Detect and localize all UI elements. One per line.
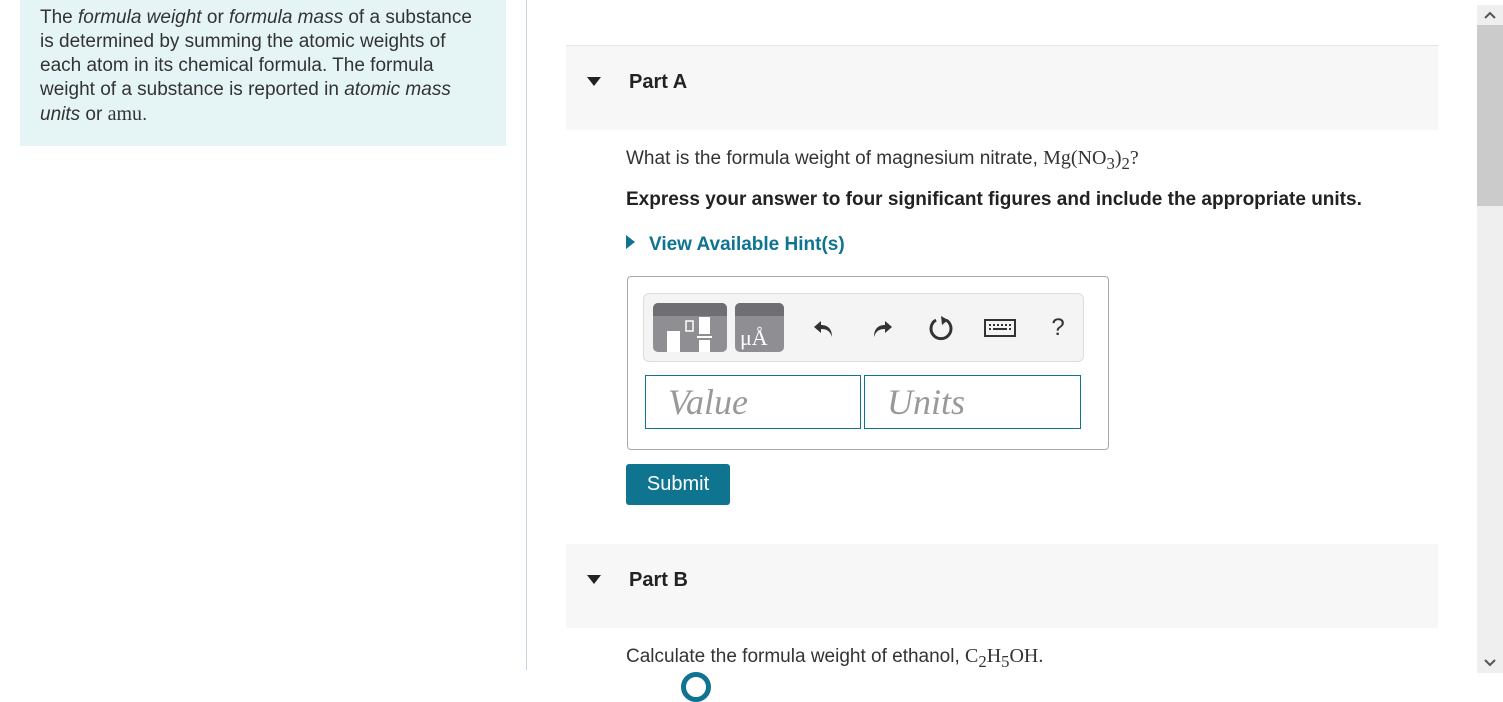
- button-band: [735, 303, 784, 316]
- part-b-question: Calculate the formula weight of ethanol,…: [626, 645, 1043, 672]
- view-hints-link[interactable]: View Available Hint(s): [626, 234, 845, 256]
- intro-panel: The formula weight or formula mass of a …: [20, 0, 506, 146]
- help-button[interactable]: ?: [1041, 311, 1075, 345]
- keyboard-icon[interactable]: [983, 311, 1017, 345]
- units-field[interactable]: [864, 375, 1081, 429]
- part-a-question: What is the formula weight of magnesium …: [626, 147, 1139, 174]
- intro-text: The: [40, 7, 79, 28]
- units-button[interactable]: μÅ: [735, 303, 784, 352]
- part-a-instruction: Express your answer to four significant …: [626, 189, 1362, 210]
- term-formula-weight: formula weight: [78, 7, 202, 28]
- hint-label: View Available Hint(s): [649, 234, 845, 255]
- part-a-title: Part A: [629, 71, 688, 93]
- expand-triangle-icon: [626, 235, 635, 249]
- formula-subscript: 3: [1106, 154, 1115, 173]
- intro-text: .: [142, 104, 148, 125]
- intro-text: or: [201, 7, 230, 28]
- formula-part: H: [986, 645, 1002, 667]
- submit-button[interactable]: Submit: [626, 464, 730, 505]
- vertical-scrollbar[interactable]: [1477, 5, 1503, 673]
- formula-part: C: [965, 645, 979, 667]
- scroll-down-icon[interactable]: [1477, 653, 1503, 673]
- help-icon: ?: [1051, 314, 1065, 341]
- formula-mg-no3-2: Mg(NO3)2?: [1043, 147, 1139, 173]
- formula-ethanol: C2H5OH.: [965, 645, 1044, 671]
- part-b-header[interactable]: Part B: [566, 544, 1438, 628]
- redo-icon[interactable]: [865, 311, 899, 345]
- question-text: Calculate the formula weight of ethanol,: [626, 646, 966, 667]
- term-amu: amu: [107, 103, 143, 125]
- fraction-template-icon: [667, 317, 712, 352]
- undo-icon[interactable]: [807, 311, 841, 345]
- answer-box: μÅ ?: [627, 276, 1109, 450]
- scrollbar-thumb[interactable]: [1477, 25, 1503, 206]
- loading-spinner-icon: [681, 672, 711, 702]
- value-field[interactable]: [645, 375, 861, 429]
- formula-part: ?: [1129, 147, 1139, 169]
- units-input[interactable]: [865, 376, 1080, 428]
- templates-button[interactable]: [653, 303, 727, 352]
- collapse-triangle-icon[interactable]: [587, 77, 601, 86]
- scroll-up-icon[interactable]: [1477, 5, 1503, 25]
- formula-subscript: 2: [1121, 154, 1130, 173]
- question-text: What is the formula weight of magnesium …: [626, 148, 1044, 169]
- value-input[interactable]: [646, 376, 860, 428]
- formula-part: Mg(NO: [1043, 147, 1107, 169]
- part-a-header[interactable]: Part A: [566, 46, 1438, 130]
- units-angstrom-icon: μÅ: [740, 325, 768, 350]
- term-formula-mass: formula mass: [229, 7, 344, 28]
- math-toolbar: μÅ ?: [643, 293, 1084, 362]
- collapse-triangle-icon[interactable]: [587, 575, 601, 584]
- formula-part: OH: [1009, 645, 1039, 667]
- formula-subscript: 2: [978, 652, 987, 671]
- formula-part: .: [1038, 645, 1044, 667]
- reset-icon[interactable]: [924, 311, 958, 345]
- part-b-title: Part B: [629, 569, 688, 591]
- intro-text: or: [80, 104, 108, 125]
- column-divider: [526, 0, 527, 670]
